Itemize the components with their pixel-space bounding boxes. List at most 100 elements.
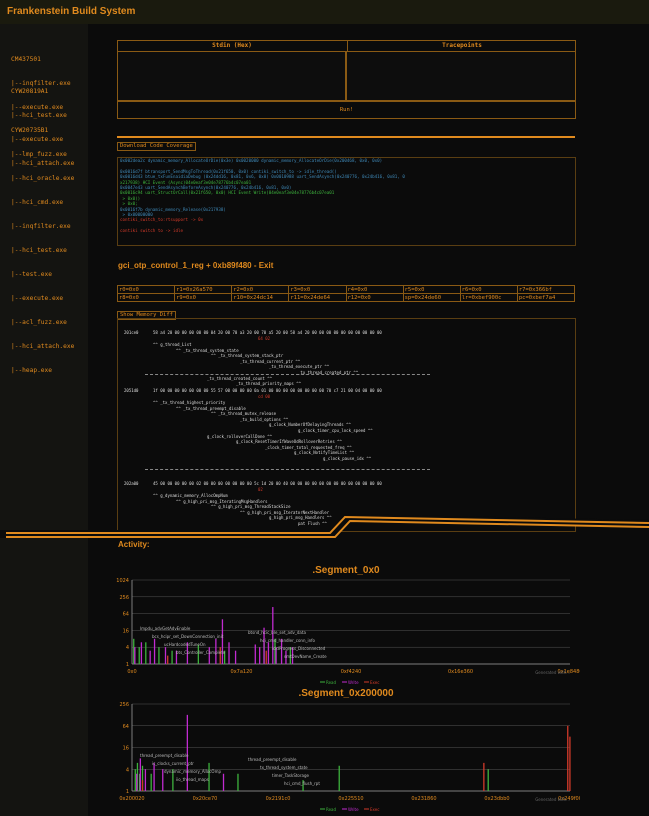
console-line: contiki switch to -> idle	[120, 228, 184, 234]
sidebar-file[interactable]: |--hci_oracle.exe	[11, 175, 74, 183]
chart-title: .Segment_0x0	[312, 565, 380, 576]
exit-line: gci_otp_control_1_reg + 0xb89f480 - Exit	[118, 261, 274, 270]
x-tick-label: 0x0	[127, 669, 136, 675]
annotation: timer_TaskStorage	[272, 773, 310, 778]
bar-read	[487, 769, 489, 791]
x-tick-label: 0x7a120	[231, 669, 253, 675]
app-title: Frankenstein Build System	[7, 6, 136, 17]
register-cell: r4=0x0	[345, 285, 404, 294]
sidebar-file[interactable]: |--test.exe	[11, 271, 74, 279]
y-tick-label: 64	[123, 724, 129, 730]
bar-exec	[167, 655, 169, 664]
x-tick-label: 0xf4240	[341, 669, 362, 675]
annotation: bcs_hcipr_set_DownConnection_init	[152, 634, 224, 639]
y-tick-label: 4	[126, 767, 129, 773]
register-cell: r1=0x26a570	[174, 285, 233, 294]
annotation: lmpdu_advGetAdvEnable	[140, 626, 191, 631]
bar-exec	[567, 725, 569, 791]
x-tick-label: 0x231860	[411, 796, 436, 802]
annotation: btsnd_hcic_ble_set_adv_data	[248, 630, 306, 635]
bar-write	[149, 650, 151, 664]
sidebar-file[interactable]: |--hci_cmd.exe	[11, 199, 74, 207]
sidebar-file[interactable]: |--acl_fuzz.exe	[11, 319, 74, 327]
sidebar-group-name[interactable]: CM437501	[11, 56, 71, 64]
segment-chart: 10242566416410x0 0x7a120 0xf4240 0x16e360 0x…	[116, 578, 580, 685]
y-tick-label: 256	[119, 595, 129, 601]
sidebar-file[interactable]: |--execute.exe	[11, 295, 74, 303]
x-tick-label: 0x16e360	[448, 669, 473, 675]
bar-exec	[265, 650, 267, 664]
bar-exec	[569, 736, 571, 791]
bar-write	[136, 773, 138, 791]
legend-label: Exec	[370, 807, 379, 812]
memory-change: 02	[258, 487, 263, 492]
download-coverage-button[interactable]: Download Code Coverage	[117, 142, 196, 151]
annotation: hci_cmd_handler_conn_info	[260, 638, 316, 643]
stdin-textarea[interactable]	[117, 51, 346, 101]
annotation: smtDevName_Create	[284, 654, 327, 659]
bar-write	[267, 642, 270, 664]
y-tick-label: 4	[126, 645, 129, 651]
sidebar-group-name[interactable]: CYW20819A1	[11, 88, 74, 96]
x-tick-label: 0x20ce70	[193, 796, 218, 802]
tracepoints-textarea[interactable]	[346, 51, 576, 101]
memory-change: 64 02	[258, 336, 271, 341]
register-cell: r12=0x0	[345, 293, 404, 302]
run-button[interactable]: Run!	[117, 101, 576, 119]
sidebar-file[interactable]: |--inqfilter.exe	[11, 223, 74, 231]
sidebar-group-name[interactable]: CYW20735B1	[11, 127, 74, 135]
x-tick-label: 0x225510	[338, 796, 363, 802]
segment-chart: 256 64 16 4 10x200020 0x20ce70 0x2191c0 0x22551…	[119, 702, 580, 812]
sidebar-file[interactable]: |--hci_attach.exe	[11, 343, 74, 351]
bar-write	[153, 762, 155, 791]
title-bar: Frankenstein Build System	[0, 0, 649, 24]
sidebar-file[interactable]: |--heap.exe	[11, 367, 74, 375]
memory-label: _tx_thread_priority_maps ^^	[236, 381, 302, 387]
annotation: iio_thread_maps	[176, 777, 209, 782]
memory-address: 201ce0	[124, 330, 139, 335]
memory-separator	[145, 469, 430, 470]
bar-exec	[141, 780, 144, 791]
bar-write	[234, 650, 237, 664]
bar-write	[259, 647, 261, 664]
bar-write	[144, 769, 147, 791]
tear-divider	[0, 514, 649, 538]
bar-read	[158, 647, 160, 664]
annotation: lcidProgress_Disconnected	[272, 646, 326, 651]
register-cell: lr=0xbef900c	[459, 293, 518, 302]
annotation: bts_Controller_Complete	[176, 650, 226, 655]
sidebar-file[interactable]: |--lmp_fuzz.exe	[11, 151, 74, 159]
sidebar-group[interactable]: CYW20735B1 |--lmp_fuzz.exe |--hci_oracle…	[11, 111, 74, 391]
bar-write	[164, 647, 167, 664]
tracepoints-header: Tracepoints	[347, 41, 576, 51]
x-tick-label: 0x200020	[119, 796, 144, 802]
y-tick-label: 16	[123, 628, 129, 634]
register-cell: r5=0x0	[402, 285, 461, 294]
legend-label: Write	[348, 680, 359, 685]
memory-address: 2051d0	[124, 388, 139, 393]
memory-change: cd 00	[258, 394, 271, 399]
annotation: dynamic_memory_AllocOmp	[164, 769, 221, 774]
console-output: 0x002dea2c dynamic_memory_AllocateOrDie(…	[117, 157, 576, 246]
y-tick-label: 1024	[116, 578, 129, 584]
watermark: Generated with...	[535, 670, 570, 675]
bar-read	[150, 773, 152, 791]
y-tick-label: 1	[126, 789, 129, 795]
memory-label: g_clock_timer_cpu_lock_speed ^^	[298, 428, 373, 433]
legend-label: Write	[348, 807, 359, 812]
annotation: thread_preempt_disable	[248, 757, 297, 762]
bar-write	[254, 644, 256, 664]
annotation: ic_clocks_current_ptr	[152, 761, 194, 766]
sidebar-file[interactable]: |--hci_test.exe	[11, 247, 74, 255]
bar-write	[222, 773, 225, 791]
bar-read	[171, 650, 173, 664]
register-cell: r3=0x0	[288, 285, 347, 294]
x-tick-label: 0x23dbb0	[484, 796, 509, 802]
y-tick-label: 256	[119, 702, 129, 708]
memory-address: 202a00	[124, 481, 139, 486]
register-row: r0=0x0 r1=0x26a570 r2=0x0 r3=0x0 r4=0x0 r5=0x…	[116, 285, 576, 294]
memory-hex: 1f 00 00 00 00 00 00 00 55 57 00 00 00 0…	[153, 388, 382, 393]
annotation: ucHardcodedTuneOn	[164, 642, 206, 647]
memory-separator	[145, 374, 430, 375]
register-cell: r0=0x0	[116, 285, 176, 294]
